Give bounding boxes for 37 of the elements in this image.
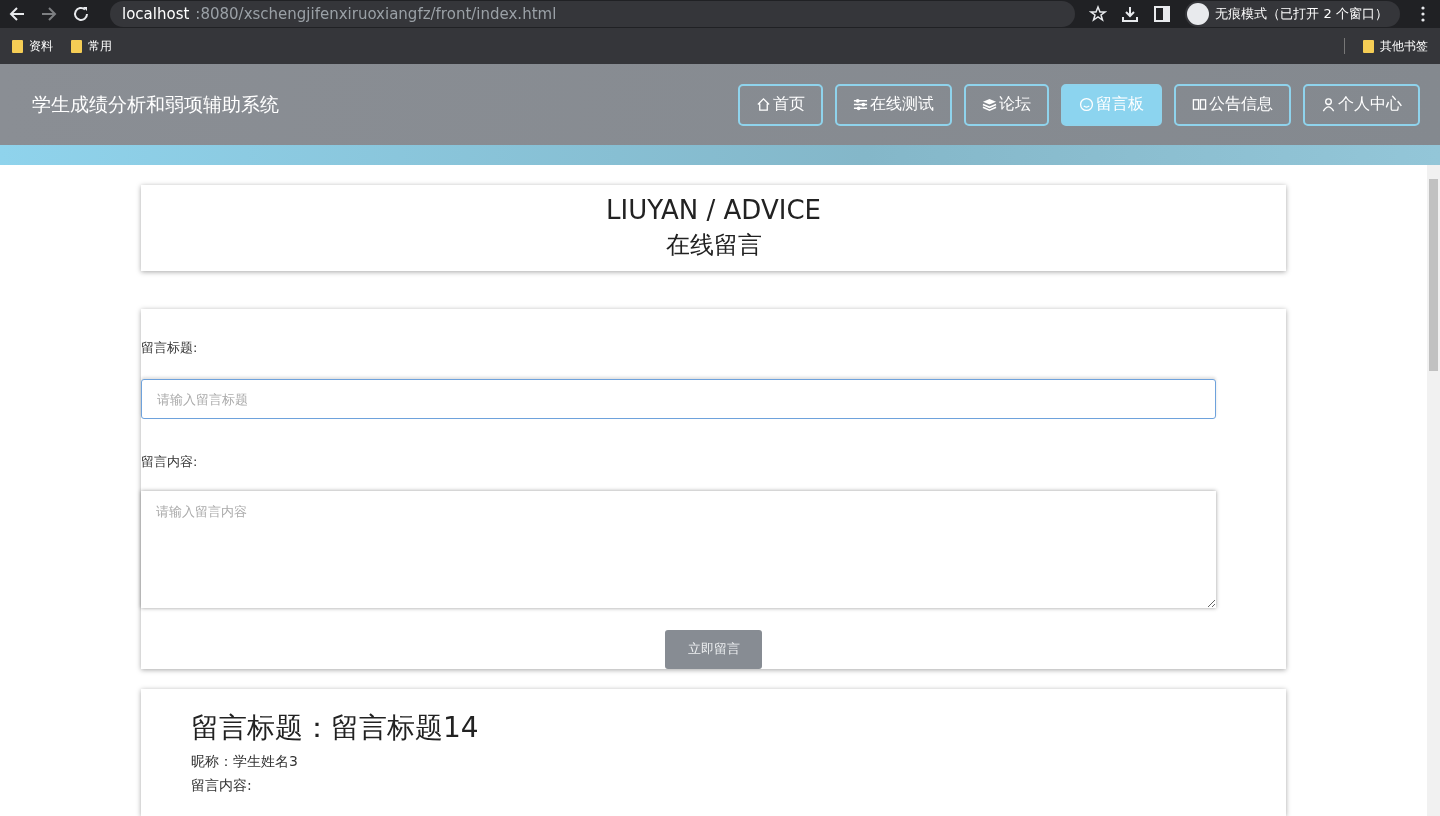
submit-button[interactable]: 立即留言 — [665, 629, 762, 669]
scrollbar-thumb[interactable] — [1429, 179, 1438, 371]
house-icon — [756, 97, 771, 112]
message-nickname: 昵称：学生姓名3 — [191, 752, 299, 771]
nav-tab[interactable]: 在线测试 — [835, 83, 952, 126]
message-content-label: 留言内容: — [191, 776, 253, 795]
nav-tab[interactable]: 首页 — [738, 83, 823, 126]
smile-icon — [1079, 97, 1094, 112]
bookmark-item[interactable]: 常用 — [88, 37, 112, 55]
content-textarea[interactable]: 请输入留言内容 — [141, 491, 1216, 608]
nav-tab[interactable]: 个人中心 — [1303, 83, 1420, 126]
side-panel-icon[interactable] — [1153, 5, 1172, 23]
title-input[interactable]: 请输入留言标题 — [141, 378, 1216, 420]
nav-tab[interactable]: 论坛 — [964, 83, 1049, 126]
download-icon[interactable] — [1121, 5, 1140, 23]
folder-icon — [71, 39, 82, 53]
banner-title: LIUYAN / ADVICE — [606, 194, 821, 225]
person-icon — [1321, 97, 1336, 112]
other-bookmarks[interactable]: 其他书签 — [1380, 37, 1428, 55]
site-title: 学生成绩分析和弱项辅助系统 — [32, 91, 280, 117]
bookmark-item[interactable]: 资料 — [29, 37, 53, 55]
banner-subtitle: 在线留言 — [665, 229, 762, 261]
reload-icon[interactable] — [72, 5, 90, 23]
back-icon[interactable] — [8, 5, 26, 23]
folder-icon — [12, 39, 23, 53]
incognito-button[interactable]: 无痕模式（已打开 2 个窗口） — [1185, 1, 1400, 27]
star-icon[interactable] — [1089, 5, 1108, 23]
layers-icon — [982, 97, 997, 112]
nav-tab[interactable]: 公告信息 — [1174, 83, 1291, 126]
message-title: 留言标题：留言标题14 — [191, 709, 480, 746]
field-label: 留言内容: — [141, 453, 199, 472]
forward-icon[interactable] — [40, 5, 58, 23]
address-field[interactable]: localhost :8080/xschengjifenxiruoxiangfz/front/index.html — [110, 1, 1076, 27]
field-label: 留言标题: — [141, 338, 199, 357]
book-icon — [1192, 97, 1207, 112]
folder-icon — [1363, 39, 1374, 53]
sliders-icon — [853, 97, 868, 112]
